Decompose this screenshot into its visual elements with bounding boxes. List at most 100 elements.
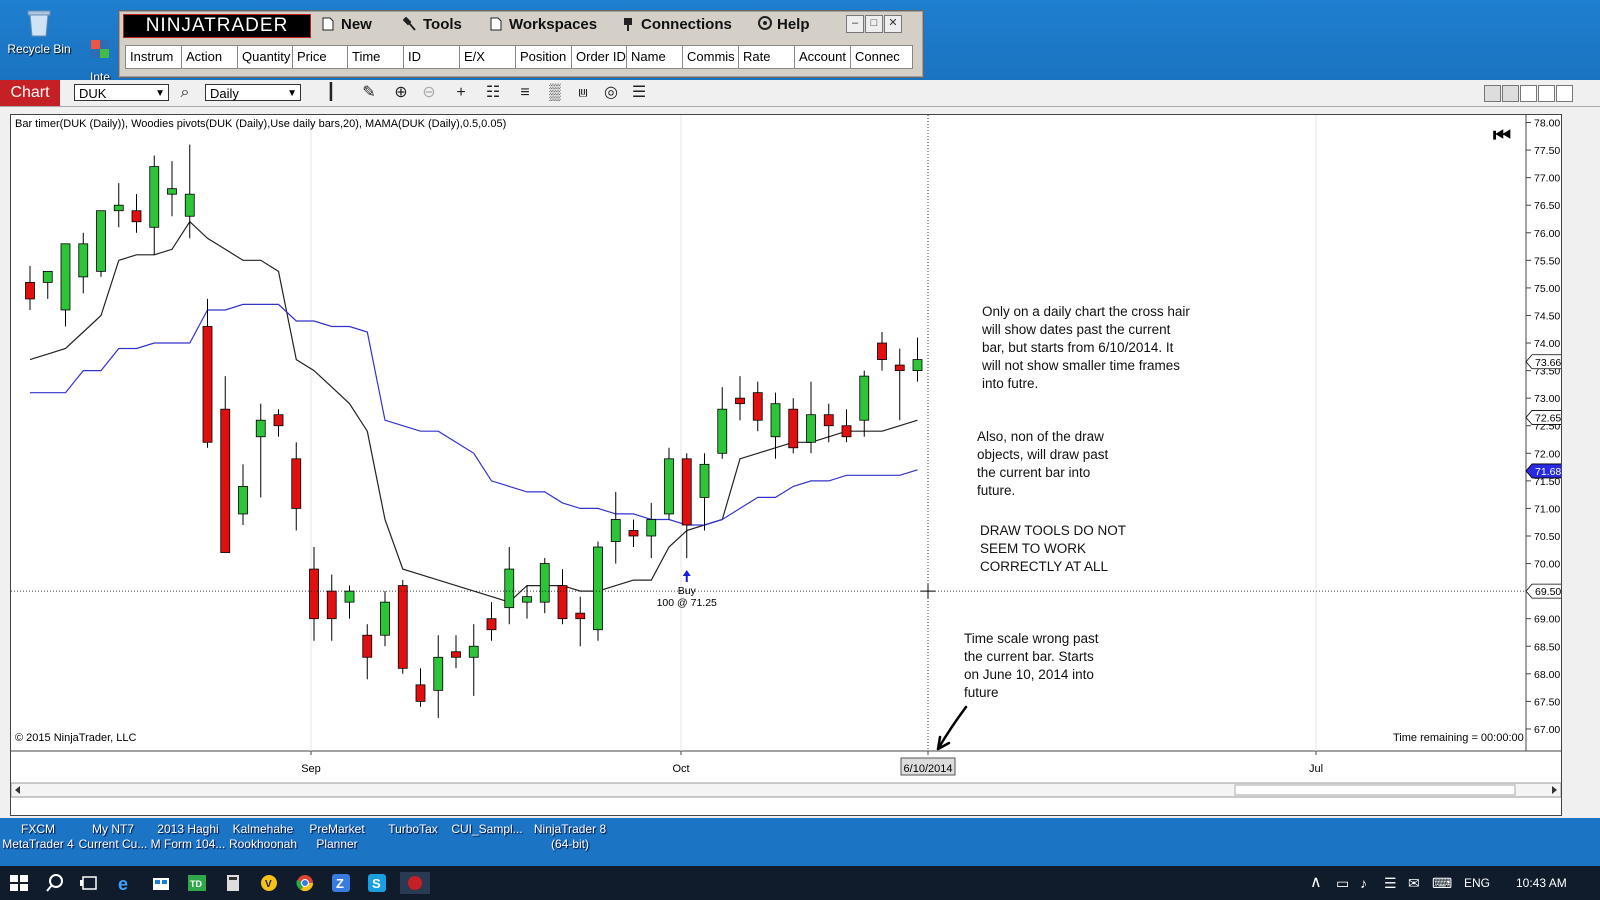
candle-down — [25, 281, 35, 300]
skype-icon[interactable]: S — [366, 872, 390, 894]
price-tick-label: 68.50 — [1534, 641, 1560, 653]
language-indicator[interactable]: ENG — [1464, 866, 1490, 900]
column-header[interactable]: ID — [404, 46, 460, 68]
shortcut-ninjatrader8[interactable]: NinjaTrader 8 (64-bit) — [524, 822, 616, 852]
windows-start-icon[interactable] — [8, 872, 32, 894]
calculator-icon[interactable] — [222, 872, 246, 894]
minimize-button[interactable] — [1520, 85, 1537, 102]
shortcut-cui-sample[interactable]: CUI_Sampl... — [450, 822, 524, 837]
menu-connections[interactable]: Connections — [621, 14, 732, 36]
column-header[interactable]: Time — [348, 46, 404, 68]
candle-up — [60, 243, 71, 311]
menu-new[interactable]: New — [321, 14, 372, 36]
price-tick-label: 71.00 — [1534, 503, 1560, 515]
edge-browser-icon[interactable]: e — [114, 872, 138, 894]
keyboard-icon[interactable]: ⌨ — [1432, 866, 1452, 900]
column-header[interactable]: Action — [182, 46, 238, 68]
search-icon[interactable]: ⌕ — [176, 84, 194, 102]
desktop-shortcut-row: FXCM MetaTrader 4 My NT7 Current Cu... 2… — [0, 818, 1600, 866]
shortcut-fxcm[interactable]: FXCM MetaTrader 4 — [0, 822, 76, 852]
price-tick-label: 67.00 — [1534, 724, 1560, 736]
column-header[interactable]: Instrum — [126, 46, 182, 68]
column-header[interactable]: Name — [627, 46, 683, 68]
menu-help[interactable]: Help — [757, 14, 810, 36]
candle-down — [557, 585, 568, 620]
chart-tab[interactable]: Chart — [0, 80, 60, 106]
shortcut-haghi[interactable]: 2013 Haghi M Form 104... — [150, 822, 226, 852]
strategies-icon[interactable]: ▒ — [546, 84, 564, 102]
column-header[interactable]: Rate — [739, 46, 795, 68]
chart-panel[interactable]: Sep Oct 6/10/2014 Jul 78.00 77.50 77.00 76.50 76… — [10, 114, 1562, 816]
ninjatrader-taskbar-icon[interactable] — [400, 872, 430, 894]
column-header[interactable]: Position — [516, 46, 572, 68]
column-header[interactable]: Commis — [683, 46, 739, 68]
price-badge-label: 69.50 — [1535, 586, 1561, 598]
crosshair-icon[interactable]: + — [452, 84, 470, 102]
minimize-button[interactable]: – — [846, 15, 864, 33]
price-tick-label: 69.00 — [1534, 614, 1560, 626]
chevron-up-icon[interactable]: ∧ — [1310, 866, 1322, 900]
skip-to-end-icon[interactable]: ⏮ — [1493, 125, 1511, 148]
battery-icon[interactable]: ▭ — [1336, 866, 1349, 900]
shortcut-kalmehahe[interactable]: Kalmehahe Rookhoonah — [226, 822, 300, 852]
search-icon[interactable] — [44, 872, 68, 894]
menu-tools[interactable]: Tools — [402, 14, 462, 36]
candle-down — [131, 210, 142, 223]
control-center-window: NINJATRADER New Tools Workspaces Connect… — [118, 10, 924, 78]
zoom-app-icon[interactable]: Z — [330, 872, 354, 894]
menu-workspaces[interactable]: Workspaces — [489, 14, 597, 36]
candle-down — [735, 397, 745, 405]
price-chart[interactable]: Sep Oct 6/10/2014 Jul 78.00 77.50 77.00 76.50 76… — [11, 115, 1561, 815]
chrome-icon[interactable] — [294, 872, 318, 894]
td-ameritrade-icon[interactable]: TD — [186, 872, 210, 894]
candle-up — [912, 359, 923, 372]
instrument-select[interactable]: DUK ▼ — [74, 84, 169, 101]
svg-text:e: e — [118, 874, 128, 894]
properties-icon[interactable]: ☰ — [630, 84, 648, 102]
column-header[interactable]: Account — [795, 46, 851, 68]
window-option-button[interactable] — [1484, 85, 1501, 102]
column-header[interactable]: Connec — [851, 46, 906, 68]
notifications-icon[interactable]: ✉ — [1408, 866, 1420, 900]
price-tick-label: 76.50 — [1534, 200, 1560, 212]
chart-trader-icon[interactable]: ⩏ — [574, 84, 592, 102]
data-box-icon[interactable]: ☷ — [484, 84, 502, 102]
candle-down — [877, 342, 887, 360]
task-view-icon[interactable] — [78, 872, 102, 894]
clock[interactable]: 10:43 AM — [1516, 866, 1567, 900]
price-tick-label: 70.50 — [1534, 531, 1560, 543]
menu-label: New — [341, 16, 372, 33]
desktop-icon-recycle-bin[interactable]: Recycle Bin — [2, 8, 76, 56]
indicators-icon[interactable]: ≡ — [516, 84, 534, 102]
maximize-button[interactable] — [1538, 85, 1555, 102]
price-tick-label: 67.50 — [1534, 696, 1560, 708]
column-header[interactable]: E/X — [460, 46, 516, 68]
close-button[interactable] — [1556, 85, 1573, 102]
annotation-note: Only on a daily chart the cross hair wil… — [982, 304, 1190, 391]
store-icon[interactable] — [150, 872, 174, 894]
shortcut-my-nt7[interactable]: My NT7 Current Cu... — [76, 822, 150, 852]
window-option-button[interactable] — [1502, 85, 1519, 102]
zoom-out-icon[interactable]: ⊖ — [420, 84, 438, 102]
bar-type-icon[interactable]: ┃ — [322, 84, 340, 102]
crosshair-cursor-icon — [921, 584, 935, 599]
pencil-icon[interactable]: ✎ — [360, 84, 378, 102]
price-tick-label: 74.00 — [1534, 338, 1560, 350]
column-header[interactable]: Quantity — [238, 46, 293, 68]
close-button[interactable]: ✕ — [884, 15, 902, 33]
zoom-in-icon[interactable]: ⊕ — [392, 84, 410, 102]
norton-icon[interactable]: V — [258, 872, 282, 894]
column-header[interactable]: Order ID — [572, 46, 627, 68]
shortcut-turbotax[interactable]: TurboTax — [376, 822, 450, 837]
shortcut-premarket[interactable]: PreMarket Planner — [300, 822, 374, 852]
hand-drawn-arrow-icon — [936, 705, 968, 751]
price-tick-label: 77.50 — [1534, 145, 1560, 157]
price-tick-label: 70.00 — [1534, 559, 1560, 571]
column-header[interactable]: Price — [293, 46, 348, 68]
maximize-button[interactable]: □ — [865, 15, 883, 33]
chart-toolbar: Chart DUK ▼ ⌕ Daily ▼ ┃ ✎ ⊕ ⊖ + ☷ ≡ ▒ ⩏ ◎ … — [0, 80, 1600, 107]
network-icon[interactable]: ☰ — [1384, 866, 1397, 900]
period-select[interactable]: Daily ▼ — [205, 84, 301, 101]
refresh-icon[interactable]: ◎ — [602, 84, 620, 102]
volume-icon[interactable]: ♪ — [1360, 866, 1367, 900]
